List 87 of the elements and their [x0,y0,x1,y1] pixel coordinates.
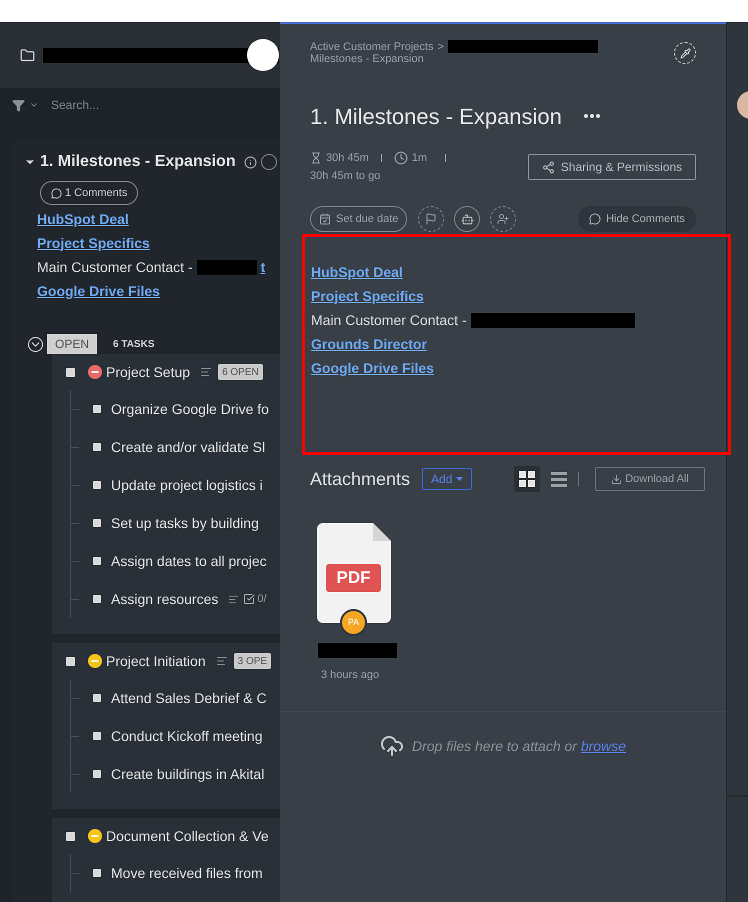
contact-link[interactable]: t [260,256,266,278]
description-link[interactable]: Project Specifics [311,286,424,306]
task-title: 1. Milestones - Expansion [310,102,562,131]
breadcrumb-link[interactable]: Active Customer Projects [310,40,434,52]
task-title[interactable]: Project Setup [106,362,190,382]
time-remaining: 30h 45m to go [310,168,382,184]
status-badge: OPEN [47,334,97,354]
collapse-icon[interactable] [28,336,43,352]
description-link[interactable]: HubSpot Deal [37,208,129,230]
status-icon [260,154,277,170]
comments-button[interactable]: 1 Comments [40,181,138,205]
subtask-title[interactable]: Update project logistics i [111,474,263,496]
description-icon [216,655,228,667]
download-icon [611,474,622,484]
task-checkbox[interactable] [93,519,101,527]
filter-icon[interactable] [12,98,25,112]
comment-icon [51,188,62,198]
subtask-title[interactable]: Assign resources [111,588,218,610]
profile-avatar [247,39,279,71]
flag-icon[interactable] [418,206,444,232]
attachments-title: Attachments [310,468,410,490]
file-type-label: PDF [336,567,372,590]
subtask-title[interactable]: Conduct Kickoff meeting [111,726,262,746]
subtask-title[interactable]: Set up tasks by building [111,512,259,534]
subtask-title[interactable]: Move received files from [111,862,263,884]
dropzone-text: Drop files here to attach or browse [412,736,626,756]
task-checkbox[interactable] [66,656,75,666]
task-checkbox[interactable] [93,405,101,413]
task-checkbox[interactable] [93,732,101,740]
due-date-button[interactable]: Set due date [310,206,408,232]
description-icon [228,594,240,604]
task-checkbox[interactable] [93,869,101,877]
task-title[interactable]: Document Collection & Ve [106,826,269,846]
task-checkbox[interactable] [93,595,101,603]
redaction-bar [196,260,257,274]
comment-icon [589,213,602,225]
share-icon [542,160,555,174]
grid-view-icon[interactable] [514,466,540,492]
sharing-button[interactable]: Sharing & Permissions [528,154,696,180]
eyedropper-icon[interactable] [674,42,696,64]
task-checkbox[interactable] [93,694,101,702]
robot-icon[interactable] [454,206,480,232]
description-link[interactable]: Grounds Director [311,334,427,354]
contact-label: Main Customer Contact - [311,310,467,330]
caret-icon [456,477,464,481]
subtask-title[interactable]: Attend Sales Debrief & C [111,688,267,708]
breadcrumb-separator: > [437,40,444,52]
list-title: 1. Milestones - Expansion [40,152,236,172]
checklist-icon [243,593,256,605]
hourglass-icon [310,152,322,164]
upload-time: 3 hours ago [321,668,380,683]
add-assignee-icon[interactable] [490,206,516,232]
subtask-title[interactable]: Assign dates to all projec [111,550,267,572]
task-count: 6 TASKS [113,338,154,352]
clock-icon [394,151,408,165]
time-tracked: 1m [412,150,428,166]
subtask-badge: 3 OPE [234,653,272,669]
description-icon [200,366,212,378]
breadcrumb-current[interactable]: Milestones - Expansion [310,53,598,65]
task-checkbox[interactable] [66,368,75,376]
info-icon [244,156,257,168]
contact-label: Main Customer Contact - [37,258,193,276]
description-link[interactable]: Google Drive Files [37,280,160,302]
description-link[interactable]: HubSpot Deal [311,262,403,282]
hide-comments-button[interactable]: Hide Comments [578,206,696,232]
description-link[interactable]: Google Drive Files [311,358,434,378]
calendar-icon [319,213,331,225]
subtask-badge: 6 OPEN [218,364,263,380]
subtask-title[interactable]: Create buildings in Akital [111,764,264,784]
task-checkbox[interactable] [66,832,75,840]
task-checkbox[interactable] [93,770,101,778]
subtask-title[interactable]: Create and/or validate Sl [111,436,266,458]
description-link[interactable]: Project Specifics [37,232,150,254]
uploader-avatar: PA [340,609,367,636]
task-checkbox[interactable] [93,443,101,451]
search-field[interactable]: Search... [51,96,201,114]
download-all-button[interactable]: Download All [595,467,705,491]
checklist-count: 0/ [257,592,267,607]
task-checkbox[interactable] [93,557,101,565]
time-estimate: 30h 45m [326,150,369,166]
folder-icon [20,48,35,62]
task-title[interactable]: Project Initiation [106,650,206,672]
pdf-file-icon[interactable] [317,523,391,623]
more-icon[interactable] [584,114,600,118]
task-checkbox[interactable] [93,481,101,489]
subtask-title[interactable]: Organize Google Drive fo [111,398,269,420]
upload-icon [380,734,404,758]
